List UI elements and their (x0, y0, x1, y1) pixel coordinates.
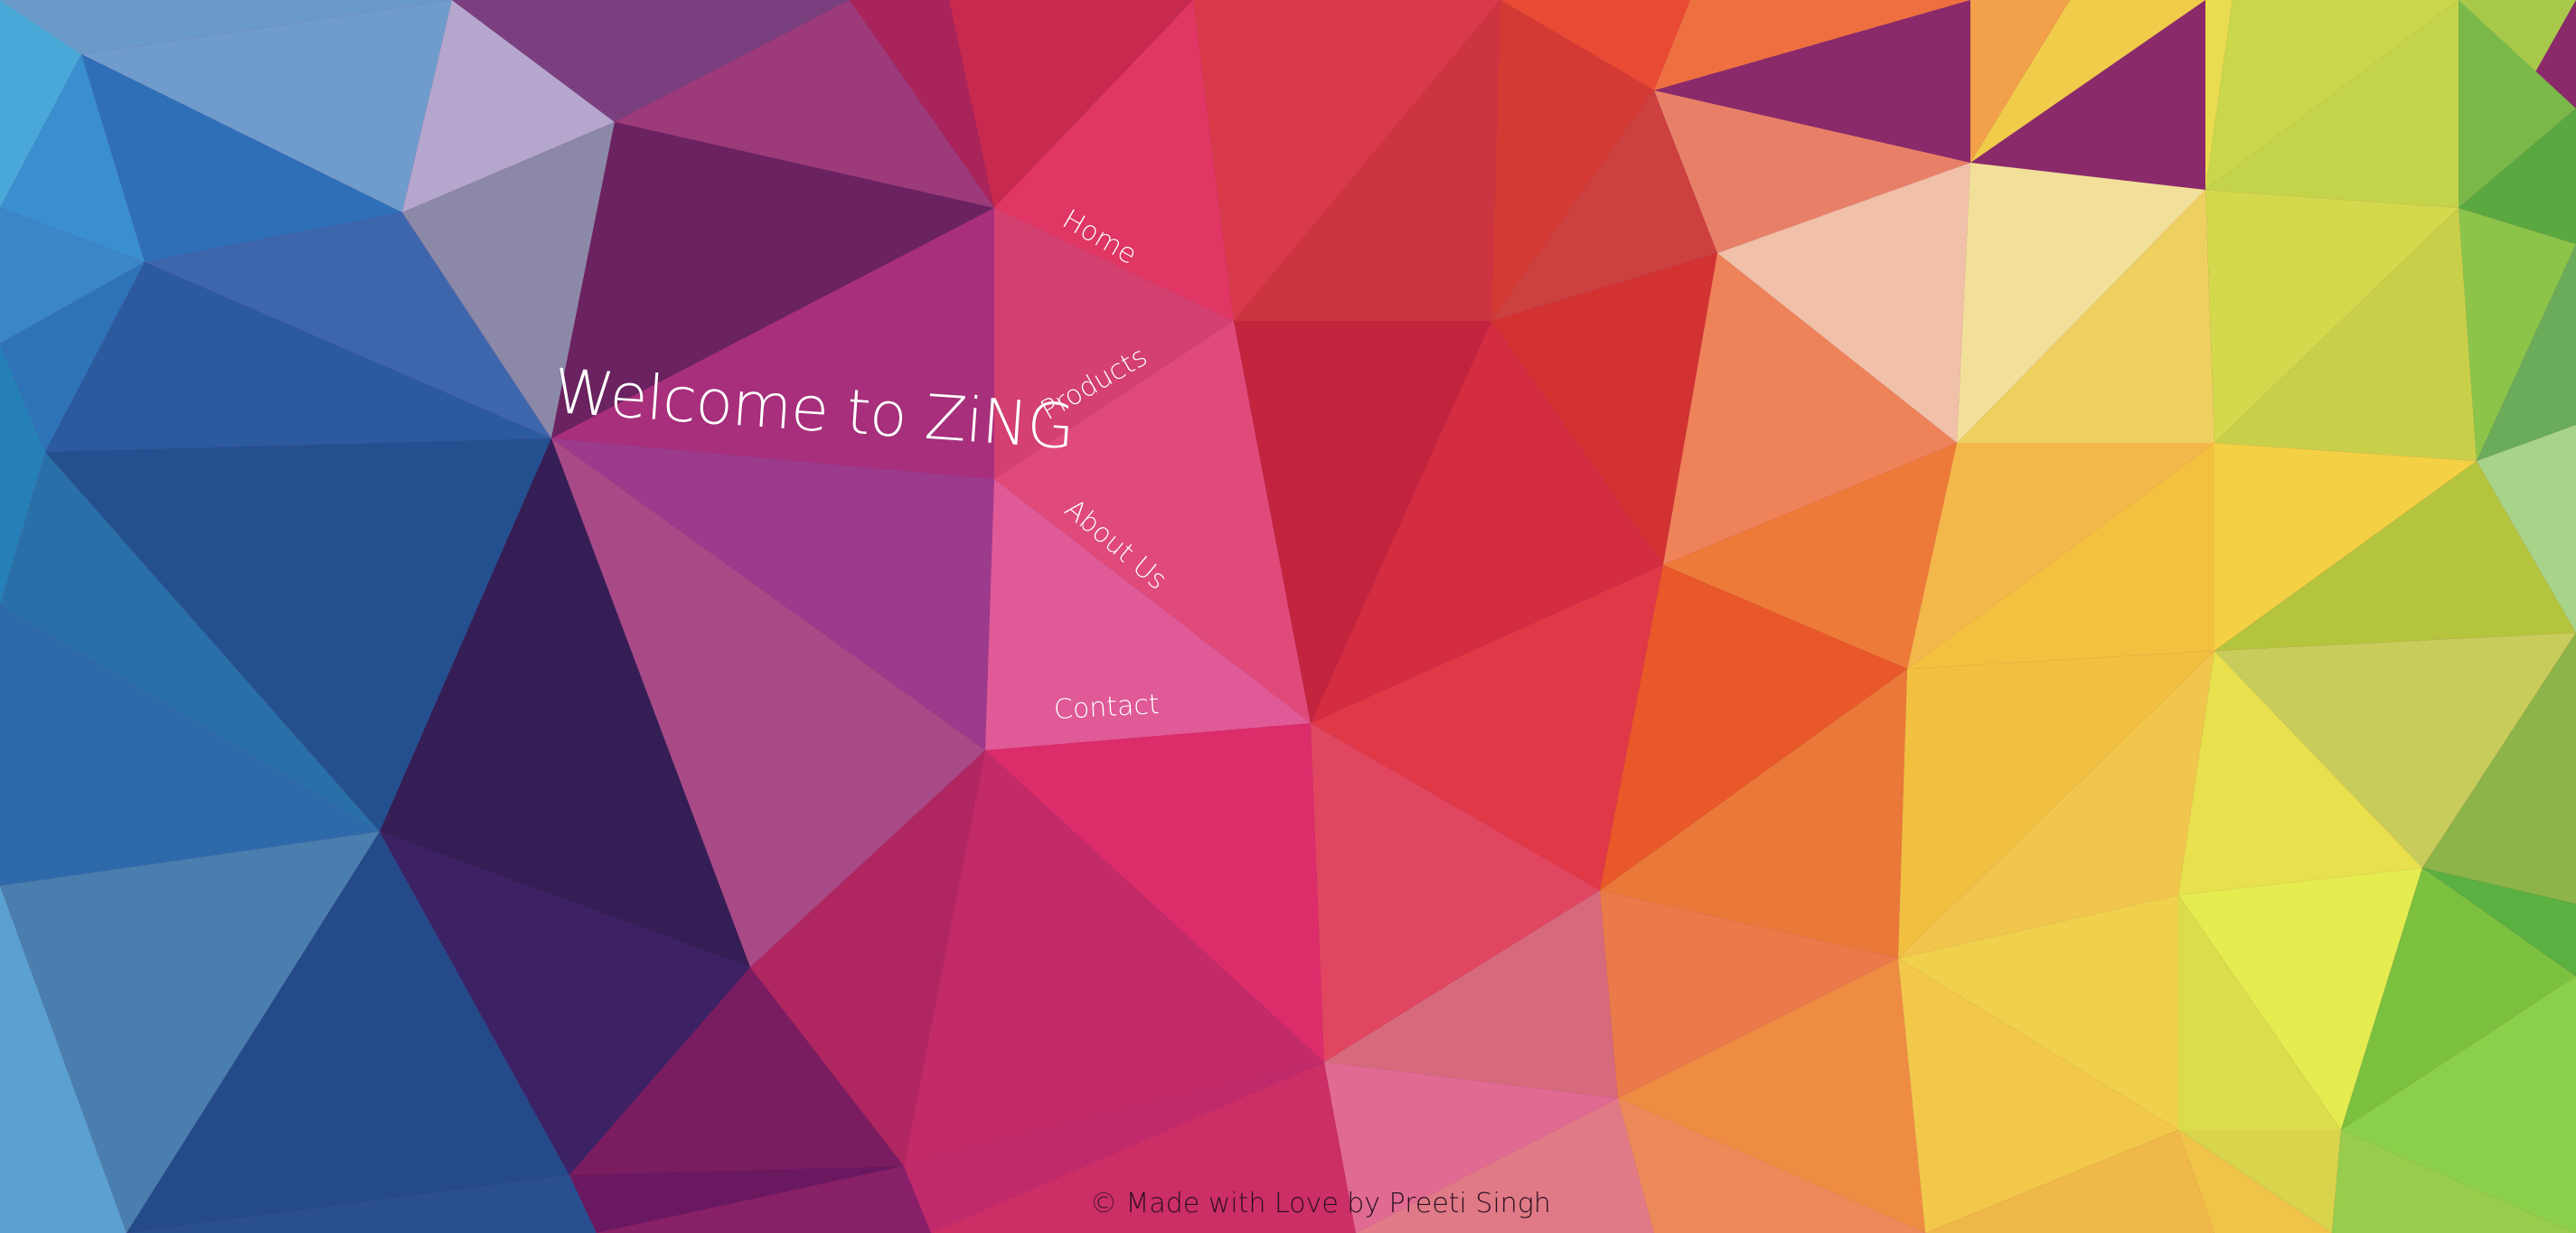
background-image (0, 0, 2576, 1233)
nav-link-contact[interactable]: Contact (1053, 689, 1160, 726)
page: Welcome to ZiNG Home Products About Us C… (0, 0, 2576, 1233)
footer-credit: © Made with Love by Preeti Singh (1090, 1188, 1551, 1219)
